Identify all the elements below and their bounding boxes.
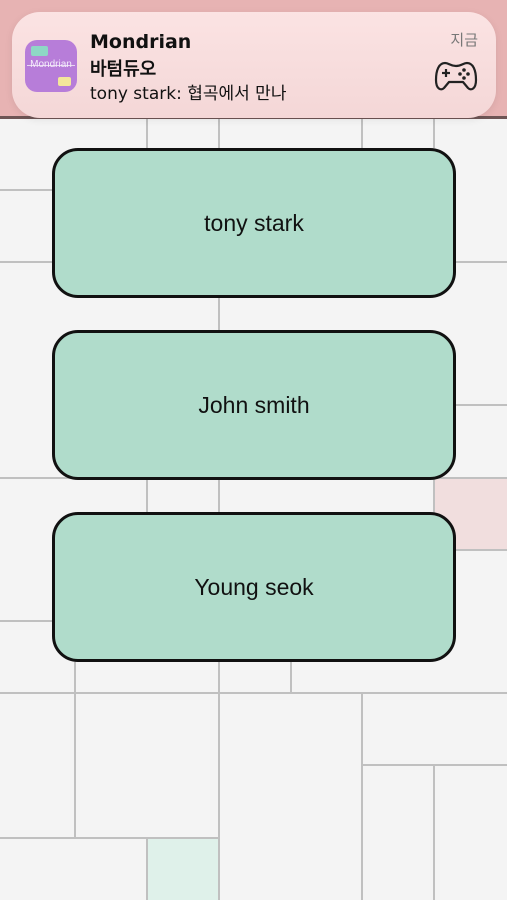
notification-title: 바텀듀오: [90, 59, 157, 80]
notification-app-name: Mondrian: [90, 31, 192, 53]
app-icon-label: Mondrian: [30, 59, 72, 70]
app-icon: Mondrian: [25, 40, 77, 92]
icon-tile: [58, 77, 71, 86]
notification-message: tony stark: 협곡에서 만나: [90, 84, 287, 104]
notification-time: 지금: [450, 31, 478, 49]
player-button-young-seok[interactable]: Young seok: [52, 512, 456, 662]
mint-tile: [147, 838, 219, 900]
gamepad-icon: [434, 61, 478, 91]
push-notification[interactable]: Mondrian Mondrian 바텀듀오 tony stark: 협곡에서 …: [12, 12, 496, 118]
player-button-tony-stark[interactable]: tony stark: [52, 148, 456, 298]
icon-tile: [31, 46, 48, 56]
player-button-john-smith[interactable]: John smith: [52, 330, 456, 480]
